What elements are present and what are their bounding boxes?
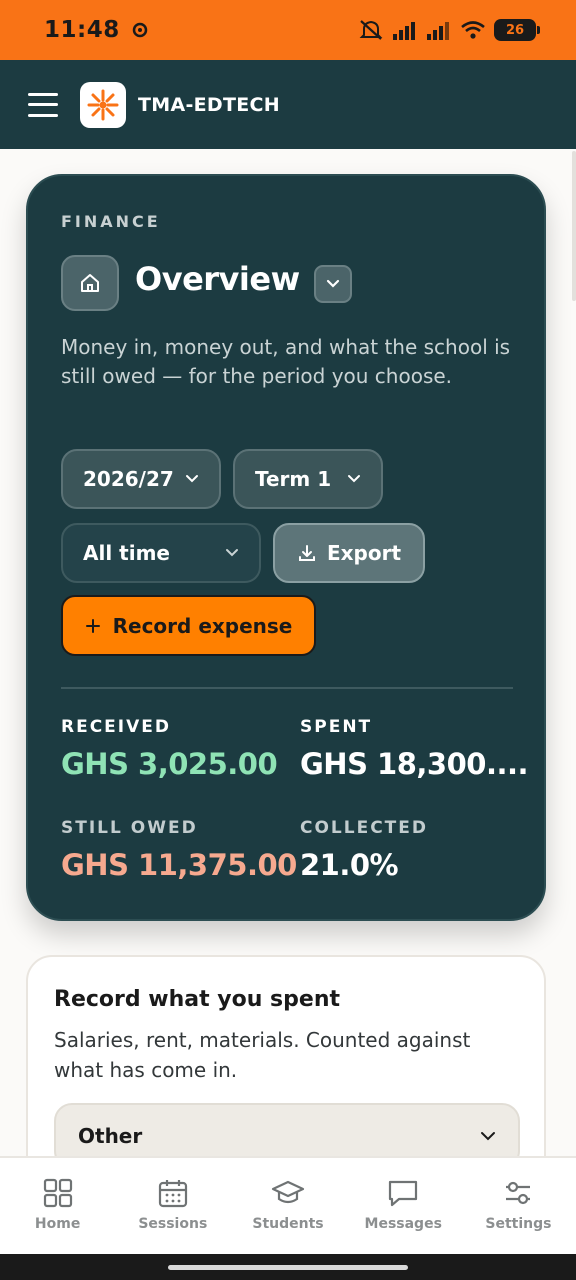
still-owed-label: STILL OWED bbox=[61, 818, 198, 838]
chat-icon bbox=[386, 1176, 420, 1210]
app-header: TMA-EDTECH bbox=[0, 60, 576, 149]
calendar-icon bbox=[156, 1176, 190, 1210]
record-expense-button[interactable]: Record expense bbox=[61, 595, 316, 656]
grid-icon bbox=[41, 1176, 75, 1210]
expense-category-value: Other bbox=[78, 1124, 143, 1148]
home-button[interactable] bbox=[61, 255, 119, 311]
nav-item-sessions[interactable]: Sessions bbox=[115, 1158, 230, 1254]
plus-icon bbox=[85, 618, 100, 633]
status-time: 11:48 bbox=[44, 17, 120, 43]
nav-label-students: Students bbox=[252, 1216, 324, 1232]
main-content[interactable]: FINANCE Overview Money in, money out, an… bbox=[0, 149, 576, 1156]
term-select[interactable]: Term 1 bbox=[233, 449, 383, 509]
spent-value: GHS 18,300.... bbox=[300, 747, 529, 781]
export-button[interactable]: Export bbox=[273, 523, 425, 583]
mute-icon bbox=[359, 20, 383, 40]
scrollbar[interactable] bbox=[572, 151, 576, 301]
nav-label-messages: Messages bbox=[364, 1216, 442, 1232]
export-label: Export bbox=[326, 541, 402, 565]
spend-card-title: Record what you spent bbox=[54, 987, 340, 1012]
page-description: Money in, money out, and what the school… bbox=[61, 335, 511, 388]
status-bar: 11:48 26 bbox=[0, 0, 576, 60]
time-range-value: All time bbox=[83, 541, 170, 565]
year-select[interactable]: 2026/27 bbox=[61, 449, 221, 509]
year-select-value: 2026/27 bbox=[83, 467, 174, 491]
battery-icon: 26 bbox=[494, 19, 540, 41]
nav-item-home[interactable]: Home bbox=[0, 1158, 115, 1254]
chevron-down-icon bbox=[348, 475, 360, 483]
collected-value: 21.0% bbox=[300, 848, 399, 882]
brand-name: TMA-EDTECH bbox=[138, 93, 280, 116]
download-icon bbox=[298, 545, 315, 561]
signal-icon bbox=[393, 22, 415, 40]
graduation-cap-icon bbox=[271, 1176, 305, 1210]
term-select-value: Term 1 bbox=[255, 467, 332, 491]
nav-label-settings: Settings bbox=[485, 1216, 552, 1232]
menu-icon[interactable] bbox=[28, 92, 58, 117]
system-gesture-bar bbox=[0, 1254, 576, 1280]
page-title: Overview bbox=[135, 260, 300, 298]
home-icon bbox=[81, 274, 99, 292]
nav-label-home: Home bbox=[34, 1216, 81, 1232]
record-expense-label: Record expense bbox=[112, 613, 293, 638]
app-notification-icon bbox=[132, 22, 147, 38]
expense-category-select[interactable]: Other bbox=[54, 1103, 520, 1156]
brand-logo bbox=[80, 81, 126, 128]
divider bbox=[61, 687, 513, 689]
section-eyebrow: FINANCE bbox=[61, 212, 161, 231]
record-spend-card: Record what you spent Salaries, rent, ma… bbox=[26, 955, 546, 1156]
signal-icon-2 bbox=[427, 22, 449, 40]
spent-label: SPENT bbox=[300, 717, 373, 737]
sliders-icon bbox=[501, 1176, 535, 1210]
wifi-icon bbox=[461, 21, 485, 39]
gesture-handle[interactable] bbox=[168, 1265, 408, 1270]
finance-overview-card: FINANCE Overview Money in, money out, an… bbox=[26, 174, 546, 921]
chevron-down-icon bbox=[226, 549, 238, 557]
time-range-select[interactable]: All time bbox=[61, 523, 261, 583]
received-value: GHS 3,025.00 bbox=[61, 747, 278, 781]
nav-item-settings[interactable]: Settings bbox=[461, 1158, 576, 1254]
collected-label: COLLECTED bbox=[300, 818, 429, 838]
received-label: RECEIVED bbox=[61, 717, 171, 737]
nav-item-messages[interactable]: Messages bbox=[346, 1158, 461, 1254]
spend-card-description: Salaries, rent, materials. Counted again… bbox=[54, 1028, 471, 1082]
nav-label-sessions: Sessions bbox=[138, 1216, 208, 1232]
bottom-navigation: Home Sessions Students Messages Settings bbox=[0, 1156, 576, 1254]
chevron-down-icon bbox=[326, 279, 340, 288]
view-switcher-button[interactable] bbox=[314, 265, 352, 303]
still-owed-value: GHS 11,375.00 bbox=[61, 848, 297, 882]
sunburst-logo-icon bbox=[87, 89, 119, 120]
chevron-down-icon bbox=[481, 1132, 495, 1141]
chevron-down-icon bbox=[186, 475, 198, 483]
nav-item-students[interactable]: Students bbox=[230, 1158, 345, 1254]
